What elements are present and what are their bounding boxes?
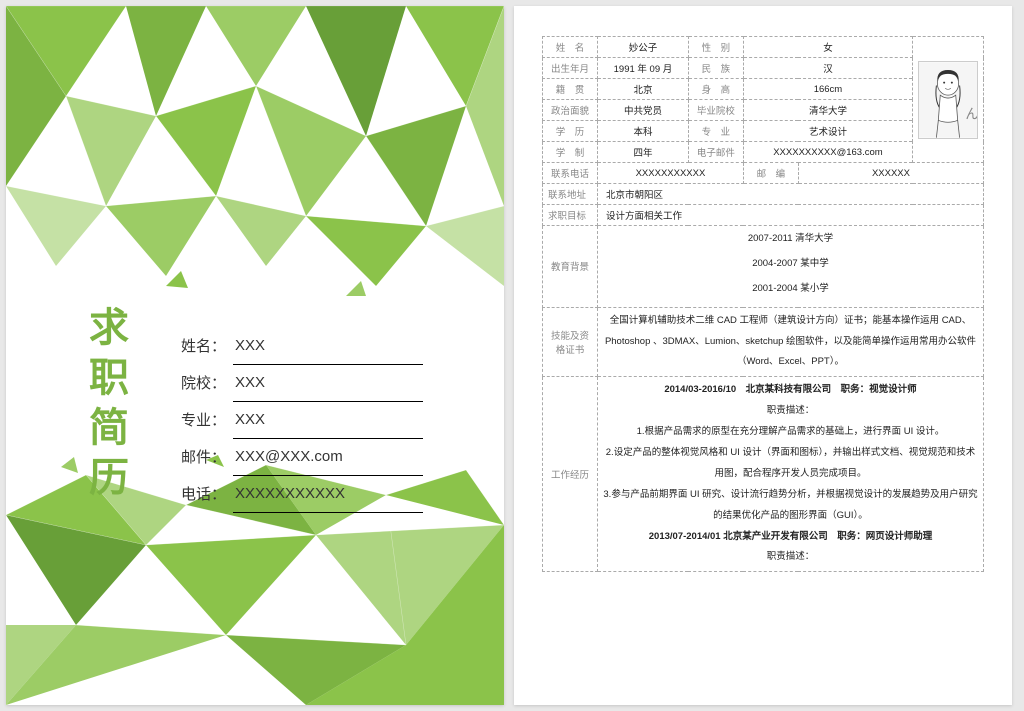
- label-height: 身 高: [688, 79, 743, 100]
- label-origin: 籍 贯: [543, 79, 598, 100]
- label-politics: 政治面貌: [543, 100, 598, 121]
- job2-head: 2013/07-2014/01 北京某产业开发有限公司 职务：网页设计师助理: [603, 527, 978, 548]
- value-email: XXXXXXXXXX@163.com: [743, 142, 912, 163]
- label-birth: 出生年月: [543, 58, 598, 79]
- label-phone: 联系电话: [543, 163, 598, 184]
- label-education: 教育背景: [543, 226, 598, 308]
- value-objective: 设计方面相关工作: [598, 205, 984, 226]
- job1-bullet: 2.设定产品的整体视觉风格和 UI 设计（界面和图标），并输出样式文档、视觉规范…: [603, 443, 978, 485]
- label-skills: 技能及资 格证书: [543, 307, 598, 377]
- label-work: 工作经历: [543, 377, 598, 572]
- label-name: 姓 名: [543, 37, 598, 58]
- label-email: 电子邮件: [688, 142, 743, 163]
- job1-bullet: 1.根据产品需求的原型在充分理解产品需求的基础上，进行界面 UI 设计。: [603, 422, 978, 443]
- cover-row-school: 院校： XXX: [181, 365, 423, 402]
- edu-item: 2001-2004 某小学: [603, 279, 978, 300]
- resume-table: 姓 名 妙公子 性 别 女 ん: [542, 36, 984, 572]
- resume-page: 姓 名 妙公子 性 别 女 ん: [514, 6, 1012, 705]
- cover-row-major: 专业： XXX: [181, 402, 423, 439]
- photo-cell: ん: [913, 37, 984, 163]
- cover-label: 专业：: [181, 403, 233, 439]
- label-objective: 求职目标: [543, 205, 598, 226]
- cover-title: 求职简历: [76, 306, 134, 506]
- cover-value: XXX: [233, 365, 423, 402]
- value-gender: 女: [743, 37, 912, 58]
- label-post: 邮 编: [743, 163, 798, 184]
- value-origin: 北京: [598, 79, 689, 100]
- cover-row-name: 姓名： XXX: [181, 328, 423, 365]
- cover-label: 电话：: [181, 477, 233, 513]
- cover-value: XXX@XXX.com: [233, 439, 423, 476]
- job1-duty-label: 职责描述：: [603, 401, 978, 422]
- work-content: 2014/03-2016/10 北京某科技有限公司 职务：视觉设计师 职责描述：…: [598, 377, 984, 572]
- cover-row-phone: 电话： XXXXXXXXXXX: [181, 476, 423, 513]
- label-years: 学 制: [543, 142, 598, 163]
- value-major: 艺术设计: [743, 121, 912, 142]
- cover-fields: 姓名： XXX 院校： XXX 专业： XXX 邮件： XXX@XXX.com …: [181, 328, 423, 513]
- cover-page: 求职简历 姓名： XXX 院校： XXX 专业： XXX 邮件： XXX@XXX…: [6, 6, 504, 705]
- edu-item: 2004-2007 某中学: [603, 254, 978, 275]
- label-major: 专 业: [688, 121, 743, 142]
- value-ethnic: 汉: [743, 58, 912, 79]
- cover-value: XXX: [233, 328, 423, 365]
- value-addr: 北京市朝阳区: [598, 184, 984, 205]
- label-degree: 学 历: [543, 121, 598, 142]
- skills-content: 全国计算机辅助技术二维 CAD 工程师（建筑设计方向）证书；能基本操作运用 CA…: [598, 307, 984, 377]
- label-school: 毕业院校: [688, 100, 743, 121]
- label-gender: 性 别: [688, 37, 743, 58]
- value-post: XXXXXX: [798, 163, 983, 184]
- label-ethnic: 民 族: [688, 58, 743, 79]
- job2-duty-label: 职责描述：: [603, 547, 978, 568]
- cover-label: 姓名：: [181, 329, 233, 365]
- avatar: ん: [918, 61, 978, 139]
- cover-label: 邮件：: [181, 440, 233, 476]
- cover-label: 院校：: [181, 366, 233, 402]
- cover-value: XXXXXXXXXXX: [233, 476, 423, 513]
- value-degree: 本科: [598, 121, 689, 142]
- cover-value: XXX: [233, 402, 423, 439]
- svg-text:ん: ん: [965, 106, 977, 121]
- edu-item: 2007-2011 清华大学: [603, 229, 978, 250]
- education-content: 2007-2011 清华大学 2004-2007 某中学 2001-2004 某…: [598, 226, 984, 308]
- value-years: 四年: [598, 142, 689, 163]
- job1-head: 2014/03-2016/10 北京某科技有限公司 职务：视觉设计师: [603, 380, 978, 401]
- cover-row-email: 邮件： XXX@XXX.com: [181, 439, 423, 476]
- value-height: 166cm: [743, 79, 912, 100]
- value-phone: XXXXXXXXXXX: [598, 163, 744, 184]
- value-name: 妙公子: [598, 37, 689, 58]
- value-politics: 中共党员: [598, 100, 689, 121]
- label-addr: 联系地址: [543, 184, 598, 205]
- value-birth: 1991 年 09 月: [598, 58, 689, 79]
- job1-bullet: 3.参与产品前期界面 UI 研究、设计流行趋势分析，并根据视觉设计的发展趋势及用…: [603, 485, 978, 527]
- value-school: 清华大学: [743, 100, 912, 121]
- polygon-art-top: [6, 6, 504, 296]
